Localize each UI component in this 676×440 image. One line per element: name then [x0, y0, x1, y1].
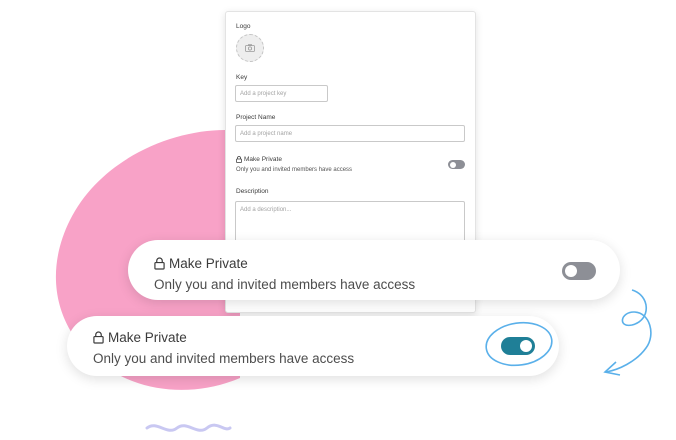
private-subtitle: Only you and invited members have access [236, 167, 353, 173]
make-private-card-on: Make Private Only you and invited member… [67, 316, 559, 376]
project-name-placeholder: Add a project name [240, 130, 293, 137]
camera-icon [245, 44, 255, 52]
toggle-knob [449, 161, 456, 168]
toggle-knob [565, 265, 577, 277]
private-title: Make Private [236, 156, 282, 163]
card-off-title: Make Private [154, 256, 248, 271]
logo-label: Logo [236, 23, 251, 30]
card-on-title: Make Private [93, 330, 187, 345]
lock-icon [154, 257, 165, 270]
private-toggle[interactable] [448, 160, 465, 169]
card-on-subtitle: Only you and invited members have access [93, 351, 355, 366]
card-on-toggle[interactable] [501, 337, 535, 355]
key-label: Key [236, 74, 248, 81]
project-name-input[interactable]: Add a project name [235, 125, 465, 142]
key-placeholder: Add a project key [240, 90, 287, 97]
card-off-subtitle: Only you and invited members have access [154, 277, 416, 292]
lock-icon [236, 156, 242, 163]
card-on-title-text: Make Private [108, 330, 187, 345]
toggle-knob [520, 340, 532, 352]
lock-icon [93, 331, 104, 344]
make-private-card-off: Make Private Only you and invited member… [128, 240, 620, 300]
logo-upload[interactable] [236, 34, 264, 62]
card-off-title-text: Make Private [169, 256, 248, 271]
card-off-toggle[interactable] [562, 262, 596, 280]
key-input[interactable]: Add a project key [235, 85, 328, 102]
description-label: Description [236, 188, 269, 195]
private-title-text: Make Private [244, 156, 282, 163]
project-name-label: Project Name [236, 114, 276, 121]
description-placeholder: Add a description... [240, 207, 292, 213]
